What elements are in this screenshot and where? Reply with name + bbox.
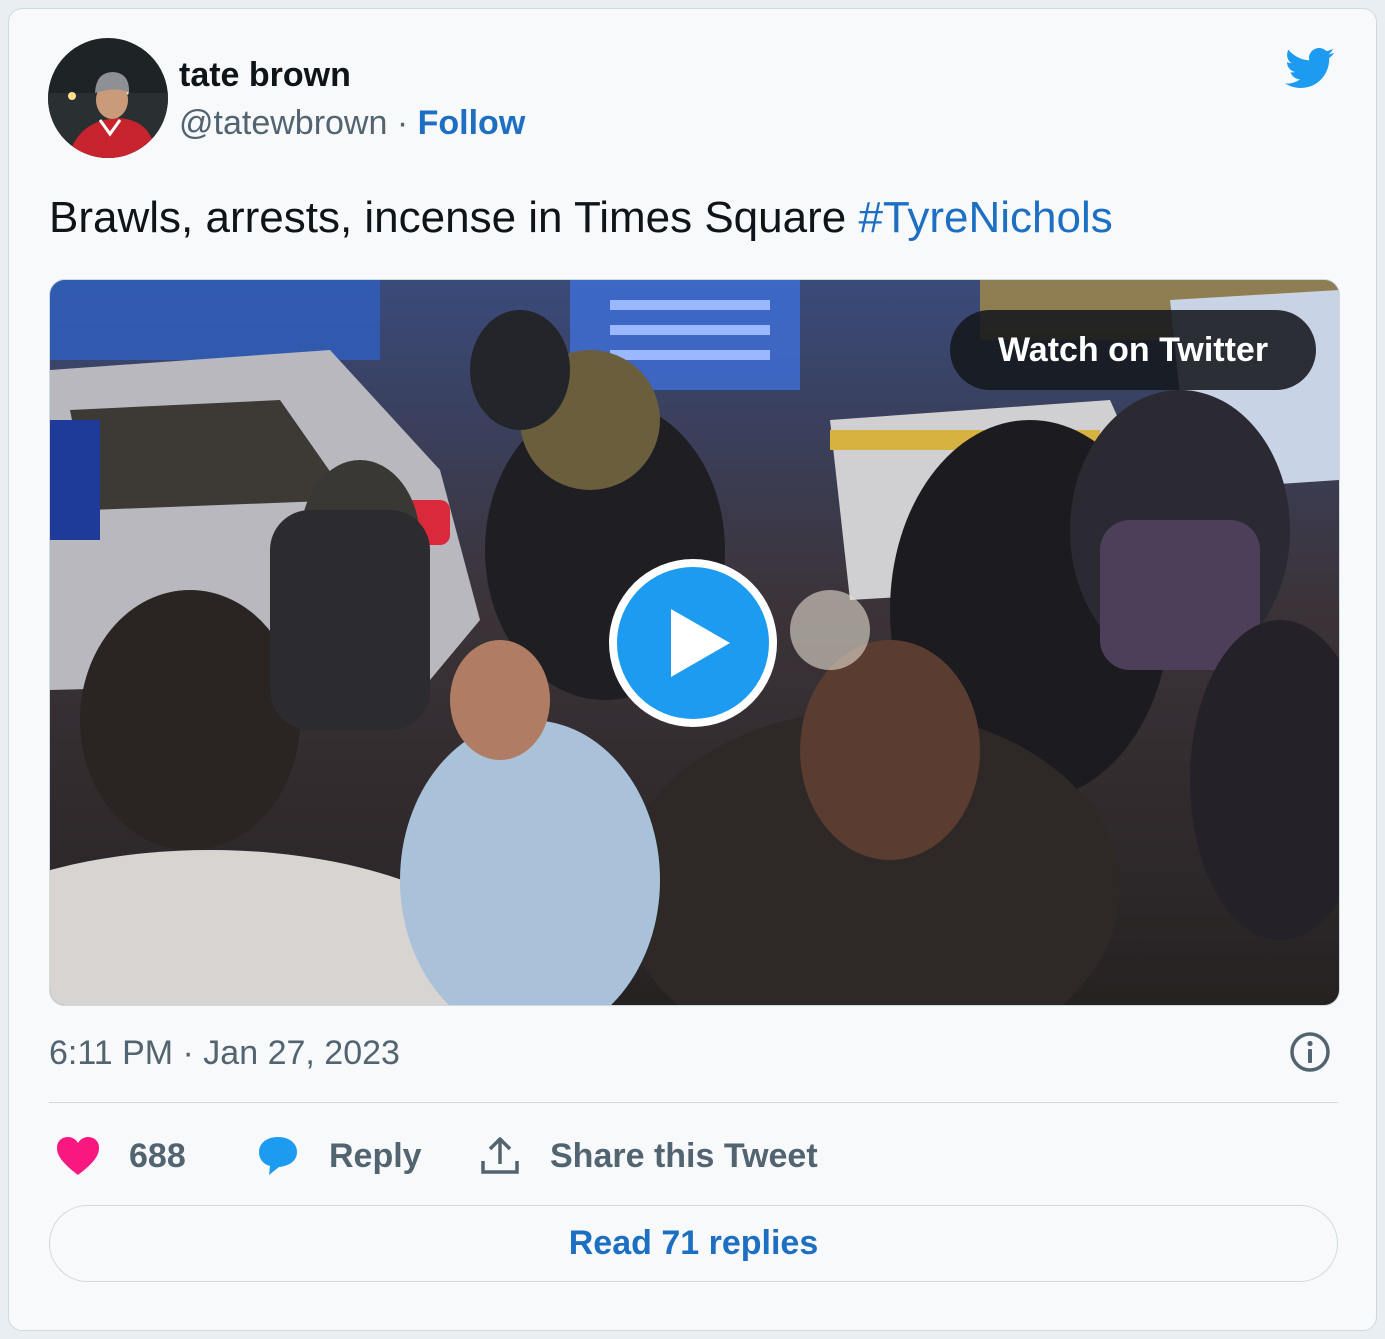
reply-button[interactable]: Reply (255, 1128, 422, 1184)
play-button[interactable] (609, 559, 777, 727)
twitter-bird-icon[interactable] (1279, 42, 1339, 94)
heart-icon (57, 1137, 99, 1175)
speech-bubble-icon (259, 1137, 297, 1175)
share-upload-icon (481, 1137, 519, 1174)
watch-on-twitter-button[interactable]: Watch on Twitter (950, 310, 1316, 390)
tweet-timestamp[interactable]: 6:11 PM · Jan 27, 2023 (49, 1034, 400, 1073)
avatar[interactable] (48, 38, 168, 158)
play-icon (617, 567, 769, 719)
author-handle-row: @tatewbrown · Follow (179, 104, 525, 143)
reply-label: Reply (329, 1136, 422, 1175)
tweet-text: Brawls, arrests, incense in Times Square… (49, 193, 1113, 243)
author-handle[interactable]: @tatewbrown (179, 104, 387, 142)
share-label: Share this Tweet (550, 1136, 818, 1175)
tweet-body: Brawls, arrests, incense in Times Square (49, 193, 847, 242)
divider (49, 1102, 1338, 1103)
hashtag-link[interactable]: #TyreNichols (858, 193, 1112, 242)
follow-link[interactable]: Follow (418, 104, 526, 142)
handle-separator: · (396, 104, 409, 142)
like-count: 688 (129, 1136, 186, 1175)
share-button[interactable]: Share this Tweet (478, 1128, 818, 1184)
author-name[interactable]: tate brown (179, 56, 351, 95)
like-button[interactable]: 688 (55, 1128, 186, 1184)
read-replies-button[interactable]: Read 71 replies (49, 1205, 1338, 1282)
info-icon[interactable] (1288, 1030, 1332, 1074)
